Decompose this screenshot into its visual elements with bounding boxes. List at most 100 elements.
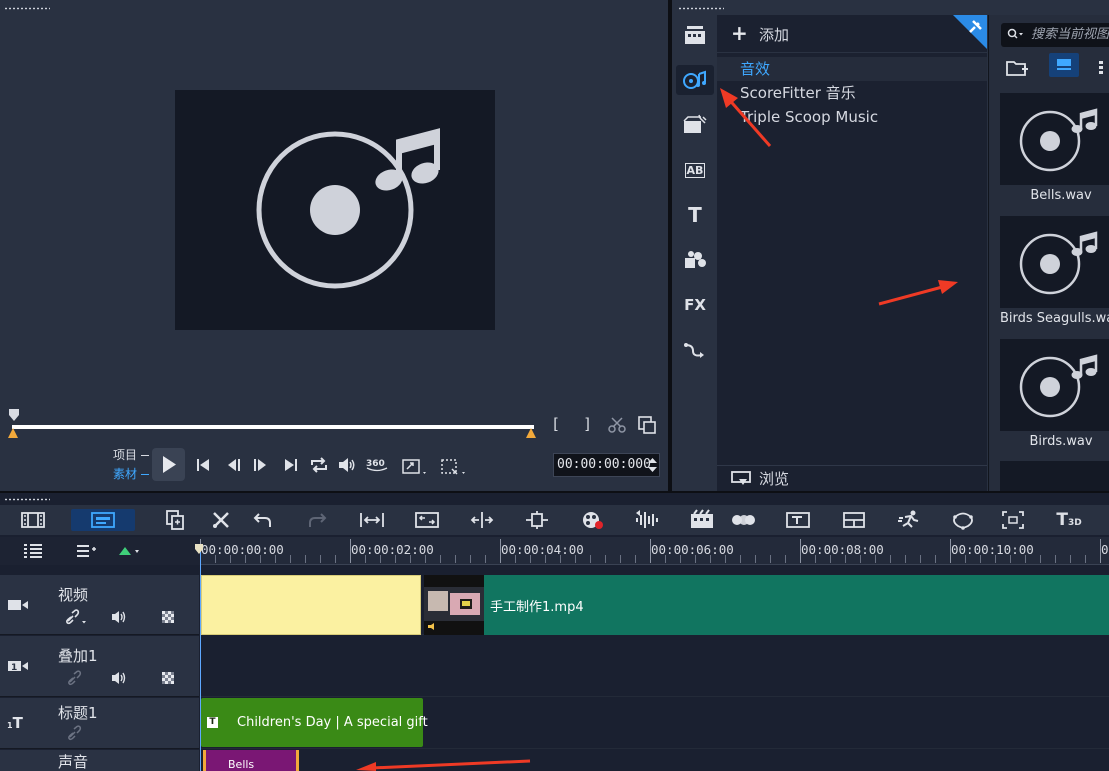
ruler-minor-tick xyxy=(770,555,771,563)
panel-grip[interactable] xyxy=(678,7,724,10)
pin-icon[interactable] xyxy=(953,15,987,49)
timeline-ruler[interactable]: 00:00:00:00 00:00:02:00 00:00:04:00 00:00:0… xyxy=(200,537,1109,565)
instant-project-button[interactable] xyxy=(676,110,714,140)
title-clip[interactable]: T Children's Day | A special gift xyxy=(201,698,428,747)
timecode-value[interactable]: 00:00:00:000 xyxy=(557,457,651,472)
ripple-fit-button[interactable] xyxy=(359,509,385,531)
timeline-view-button[interactable] xyxy=(71,509,135,531)
track-lane-overlay[interactable] xyxy=(200,636,1109,697)
record-capture-button[interactable] xyxy=(580,509,606,531)
split-screen-button[interactable] xyxy=(841,509,867,531)
grid-view-icon[interactable] xyxy=(1097,59,1109,75)
filter-category-button[interactable]: FX xyxy=(676,290,714,320)
graphics-category-button[interactable] xyxy=(676,245,714,275)
mode-clip-label[interactable]: 素材 xyxy=(113,466,137,483)
360-button[interactable]: 360 xyxy=(364,455,390,473)
video-clip[interactable]: 手工制作1.mp4 xyxy=(424,575,1109,635)
go-to-start-icon xyxy=(197,459,209,471)
playhead[interactable] xyxy=(200,548,201,771)
split-clip-button[interactable] xyxy=(607,415,629,435)
checker-grid-icon[interactable] xyxy=(161,671,175,685)
link-icon[interactable] xyxy=(66,725,82,741)
resize-button[interactable] xyxy=(401,457,429,477)
next-frame-button[interactable] xyxy=(251,456,269,474)
folder-item-sound-effects[interactable]: 音效 xyxy=(717,57,987,81)
speaker-icon[interactable] xyxy=(111,609,129,625)
library-panel: AB T FX + 添加 音效 ScoreFitter 音乐 Triple Sc… xyxy=(672,0,1109,491)
playhead-handle-icon[interactable] xyxy=(194,543,204,555)
ruler-minor-tick xyxy=(440,555,441,563)
timecode-spinner-icon[interactable] xyxy=(648,457,657,473)
speaker-icon[interactable] xyxy=(111,670,129,686)
speed-button[interactable] xyxy=(897,509,923,531)
track-lane-title[interactable]: T Children's Day | A special gift xyxy=(200,698,1109,749)
timecode-field[interactable]: 00:00:00:000 xyxy=(553,453,660,477)
library-search-input[interactable]: 搜索当前视图 xyxy=(1001,23,1109,47)
library-thumbnail[interactable]: Bells.wav xyxy=(990,87,1109,205)
library-thumbnail-partial[interactable] xyxy=(1000,461,1109,491)
thumbnail-toolbar xyxy=(989,51,1109,87)
color-clip[interactable] xyxy=(201,575,421,635)
library-thumbnail-pane: 搜索当前视图 Bells.wav Birds Seagulls.wav xyxy=(988,15,1109,491)
center-clip-button[interactable] xyxy=(524,509,550,531)
ruler-minor-tick xyxy=(455,555,456,563)
previous-frame-button[interactable] xyxy=(225,456,243,474)
add-track-icon[interactable] xyxy=(75,543,97,559)
annotation-arrow xyxy=(878,280,958,306)
storyboard-view-button[interactable] xyxy=(20,509,46,531)
track-lane-video[interactable]: 手工制作1.mp4 xyxy=(200,575,1109,635)
scrub-head-icon[interactable] xyxy=(8,408,20,422)
thumbnail-name: Birds Seagulls.wav xyxy=(1000,311,1109,326)
play-button[interactable] xyxy=(152,448,185,481)
ruler-minor-tick xyxy=(845,555,846,563)
chapter-marker-icon[interactable] xyxy=(117,544,141,558)
browse-button[interactable]: 浏览 xyxy=(717,465,987,491)
track-manager-icon[interactable] xyxy=(22,543,44,559)
audio-clip[interactable]: Bells xyxy=(203,750,299,771)
home-button[interactable] xyxy=(194,456,212,474)
link-icon[interactable] xyxy=(66,670,82,686)
library-thumbnail[interactable]: Birds Seagulls.wav xyxy=(990,210,1109,328)
mask-creator-button[interactable] xyxy=(950,509,976,531)
multi-camera-button[interactable] xyxy=(162,509,188,531)
panel-grip[interactable] xyxy=(4,7,50,10)
scrub-bar[interactable] xyxy=(12,425,534,429)
resize-icon xyxy=(402,459,426,474)
end-button[interactable] xyxy=(282,456,300,474)
undo-button[interactable] xyxy=(250,509,276,531)
sound-mixer-button[interactable] xyxy=(634,509,660,531)
auto-music-button[interactable] xyxy=(689,509,715,531)
play-icon xyxy=(163,456,176,473)
panel-grip[interactable] xyxy=(4,498,50,501)
fit-project-button[interactable] xyxy=(414,509,440,531)
media-category-button[interactable] xyxy=(676,20,714,50)
mark-out-button[interactable]: ] xyxy=(579,414,595,434)
crop-button[interactable] xyxy=(440,457,468,477)
subtitle-editor-button[interactable] xyxy=(785,509,811,531)
path-category-button[interactable] xyxy=(676,335,714,365)
motion-tracking-button[interactable] xyxy=(730,509,756,531)
transition-category-button[interactable]: AB xyxy=(676,155,714,185)
ruler-minor-tick xyxy=(275,555,276,563)
mark-in-button[interactable]: [ xyxy=(548,414,564,434)
pan-zoom-button[interactable] xyxy=(1000,509,1026,531)
split-horizontal-button[interactable] xyxy=(469,509,495,531)
repeat-button[interactable] xyxy=(309,456,329,474)
add-folder-button[interactable]: + 添加 xyxy=(717,15,987,53)
track-lane-voice[interactable]: Bells xyxy=(200,750,1109,771)
mode-project-label[interactable]: 项目 xyxy=(113,447,137,464)
import-folder-icon[interactable] xyxy=(1005,57,1029,79)
library-thumbnail[interactable]: Birds.wav xyxy=(990,333,1109,451)
3d-title-button[interactable]: T 3D xyxy=(1054,509,1084,531)
checker-grid-icon[interactable] xyxy=(161,610,175,624)
title-category-button[interactable]: T xyxy=(676,200,714,230)
snapshot-button[interactable] xyxy=(637,415,659,435)
audio-category-button[interactable] xyxy=(676,65,714,95)
mark-in-icon[interactable] xyxy=(8,428,18,438)
list-view-button[interactable] xyxy=(1049,53,1079,77)
mark-out-icon[interactable] xyxy=(526,428,536,438)
redo-button[interactable] xyxy=(304,509,330,531)
tools-button[interactable] xyxy=(208,509,234,531)
volume-button[interactable] xyxy=(337,456,357,474)
link-icon[interactable] xyxy=(64,609,88,625)
